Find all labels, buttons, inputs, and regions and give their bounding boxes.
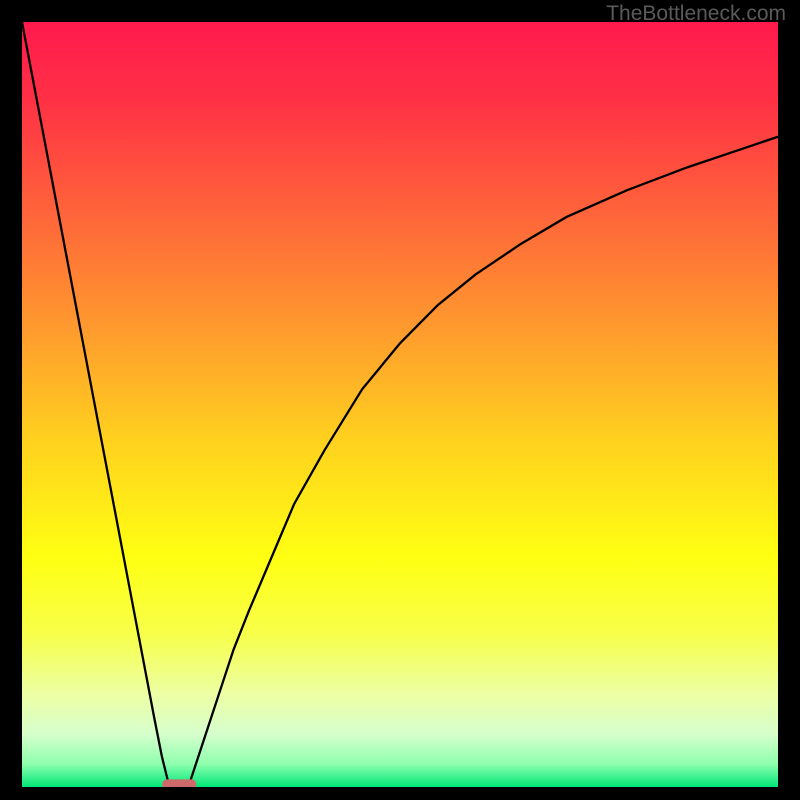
optimal-marker — [162, 779, 196, 787]
gradient-background — [22, 22, 778, 787]
chart-frame: TheBottleneck.com — [0, 0, 800, 800]
bottleneck-chart — [22, 22, 778, 787]
